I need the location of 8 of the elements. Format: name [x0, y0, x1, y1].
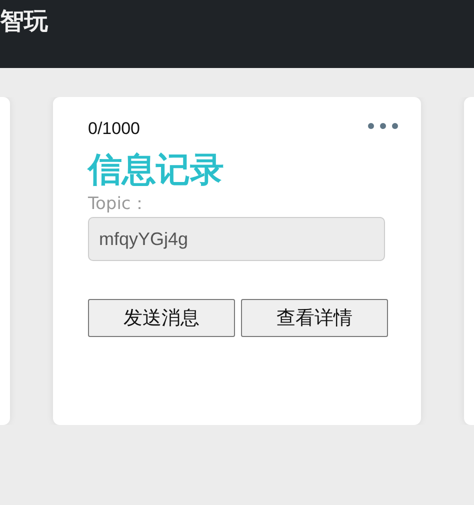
action-button[interactable]: 查看详情	[241, 299, 388, 338]
topic-field[interactable]: mfqyYGj4g	[88, 217, 385, 262]
action-button[interactable]: 发送消息	[88, 299, 235, 338]
topic-label: Topic：	[88, 193, 148, 216]
app-title: 智玩	[0, 6, 48, 37]
character-counter: 0/1000	[88, 119, 140, 139]
more-icon[interactable]	[367, 122, 399, 130]
card-title: 信息记录	[88, 151, 224, 190]
